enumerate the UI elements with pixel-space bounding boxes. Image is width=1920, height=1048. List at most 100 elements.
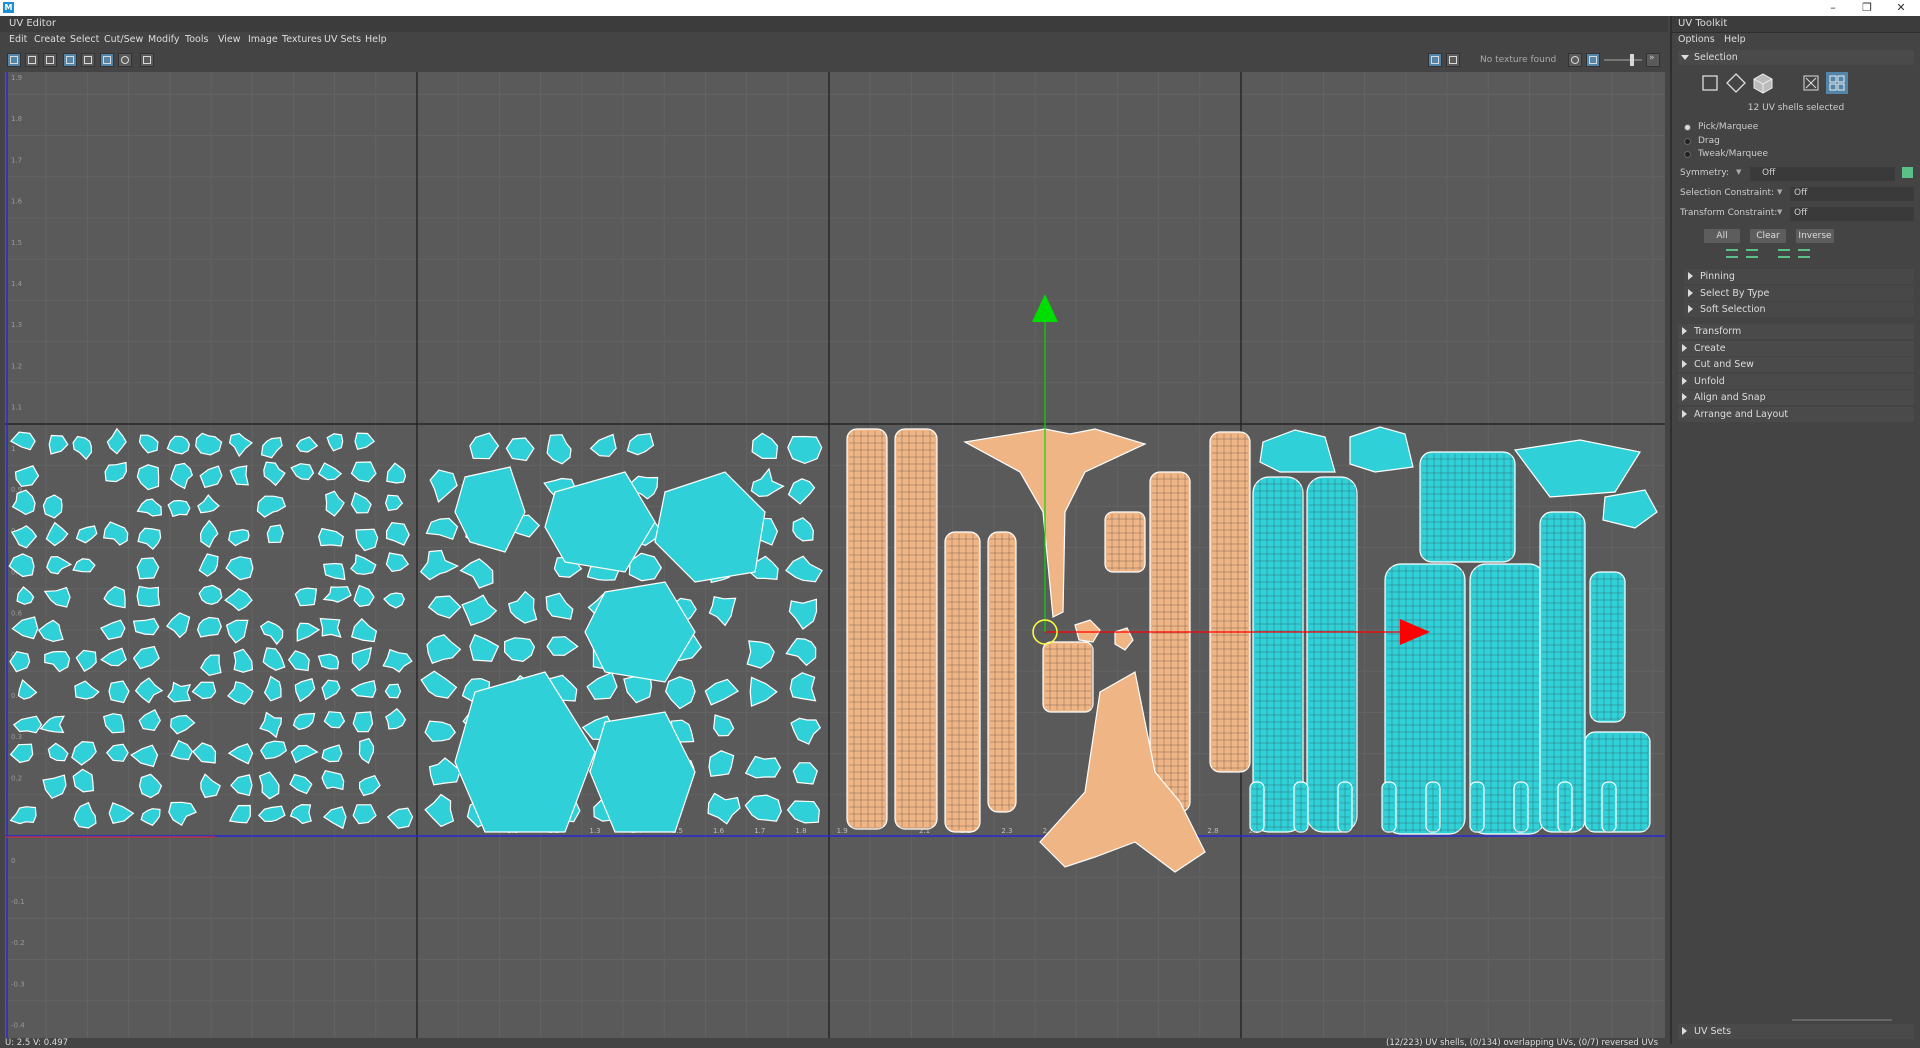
uv-shell	[626, 433, 655, 456]
menu-select[interactable]: Select	[70, 34, 99, 45]
restore-icon[interactable]: ❐	[1853, 0, 1881, 16]
menu-view[interactable]: View	[218, 34, 241, 45]
gamma-icon[interactable]	[1586, 53, 1600, 67]
shrink-selection-icon[interactable]	[1746, 249, 1758, 258]
zoom-slider-handle[interactable]	[1630, 54, 1634, 66]
menu-edit[interactable]: Edit	[9, 34, 27, 45]
checker-icon[interactable]	[118, 53, 132, 67]
uv-shell	[1259, 429, 1336, 473]
toolkit-menu-options[interactable]: Options	[1678, 34, 1715, 45]
uv-sets-section-header[interactable]: UV Sets	[1678, 1024, 1914, 1039]
snapshot-icon[interactable]	[140, 53, 154, 67]
minimize-icon[interactable]: –	[1819, 0, 1847, 16]
cut-and-sew-section-header[interactable]: Cut and Sew	[1678, 357, 1914, 372]
uv-shaded-icon[interactable]	[81, 53, 95, 67]
toolkit-menu-help[interactable]: Help	[1724, 34, 1746, 45]
uv-shell	[170, 714, 196, 735]
menu-cut-sew[interactable]: Cut/Sew	[104, 34, 143, 45]
edge-mode-icon[interactable]	[1725, 72, 1747, 94]
inverse-selection-button[interactable]: Inverse	[1796, 229, 1834, 243]
uv-shell	[108, 802, 135, 824]
uv-shell	[259, 620, 284, 646]
u-tick-label: 2.8	[1207, 827, 1218, 835]
uv-mode-icon[interactable]	[1800, 72, 1822, 94]
align-and-snap-section-header[interactable]: Align and Snap	[1678, 390, 1914, 405]
uv-shell	[507, 590, 538, 624]
uv-shell	[75, 525, 98, 544]
symmetry-label: Symmetry:	[1680, 168, 1730, 178]
selection-section-header[interactable]: Selection	[1678, 50, 1914, 65]
transform-section-header[interactable]: Transform	[1678, 324, 1914, 339]
collapsed-triangle-icon	[1688, 272, 1693, 280]
image-display-icon[interactable]	[1428, 53, 1442, 67]
select-all-button[interactable]: All	[1704, 229, 1740, 243]
uv-shell	[192, 742, 217, 764]
soft-selection-section-header[interactable]: Soft Selection	[1684, 302, 1914, 317]
chevron-down-icon[interactable]: ▼	[1777, 188, 1782, 196]
clear-selection-button[interactable]: Clear	[1750, 229, 1786, 243]
uv-shell	[138, 773, 163, 799]
uv-shell	[383, 592, 405, 609]
chevron-down-icon[interactable]: ▼	[1777, 208, 1782, 216]
uv-move-icon[interactable]	[25, 53, 39, 67]
uv-shell-mode-icon[interactable]	[1826, 72, 1848, 94]
uv-grid-canvas[interactable]: 1.91.81.71.61.51.41.31.21.110.90.80.70.6…	[5, 72, 1665, 1038]
uv-wireframe-icon[interactable]	[63, 53, 77, 67]
uv-shell	[257, 805, 286, 823]
collapsed-triangle-icon	[1688, 289, 1693, 297]
select-by-type-section-header[interactable]: Select By Type	[1684, 286, 1914, 301]
menu-help[interactable]: Help	[365, 34, 387, 45]
select-shell-border-icon[interactable]	[1798, 249, 1810, 258]
v-tick-label: 1	[11, 445, 15, 453]
menu-uv-sets[interactable]: UV Sets	[324, 34, 361, 45]
section-label: Cut and Sew	[1694, 359, 1754, 370]
menu-image[interactable]: Image	[248, 34, 278, 45]
v-tick-label: 0.2	[11, 774, 22, 782]
grow-selection-icon[interactable]	[1726, 249, 1738, 258]
uv-shell	[426, 634, 462, 664]
symmetry-pick-icon[interactable]	[1902, 167, 1913, 178]
toolkit-scrollbar[interactable]	[1792, 1019, 1892, 1021]
uv-rotate-icon[interactable]	[43, 53, 57, 67]
uv-shell	[1384, 563, 1466, 835]
chevron-down-icon[interactable]: ▼	[1736, 168, 1741, 176]
uv-shell	[47, 742, 69, 762]
uv-editor-menubar: Edit Create Select Cut/Sew Modify Tools …	[0, 32, 1668, 47]
uv-shell	[785, 637, 817, 667]
transform-constraint-dropdown[interactable]	[1790, 207, 1914, 221]
create-section-header[interactable]: Create	[1678, 341, 1914, 356]
exposure-icon[interactable]	[1568, 53, 1582, 67]
menu-modify[interactable]: Modify	[148, 34, 179, 45]
unfold-section-header[interactable]: Unfold	[1678, 374, 1914, 389]
menu-tools[interactable]: Tools	[185, 34, 208, 45]
arrange-and-layout-section-header[interactable]: Arrange and Layout	[1678, 407, 1914, 422]
uv-shell	[266, 524, 284, 544]
grid-toggle-icon[interactable]	[100, 53, 114, 67]
menu-create[interactable]: Create	[34, 34, 66, 45]
uv-shell	[386, 522, 410, 546]
zoom-slider[interactable]	[1604, 59, 1642, 61]
close-icon[interactable]: ✕	[1887, 0, 1915, 16]
uv-select-icon[interactable]	[7, 53, 21, 67]
uv-viewport[interactable]: 1.91.81.71.61.51.41.31.21.110.90.80.70.6…	[5, 72, 1665, 1038]
vertex-mode-icon[interactable]	[1699, 72, 1721, 94]
uv-shell	[350, 492, 372, 514]
maya-app-icon: M	[3, 2, 14, 13]
face-mode-icon[interactable]	[1752, 72, 1774, 94]
uv-shell	[419, 549, 460, 581]
selection-constraint-dropdown[interactable]	[1790, 187, 1914, 201]
uv-shell	[384, 494, 404, 512]
v-tick-label: 0.3	[11, 733, 22, 741]
menu-textures[interactable]: Textures	[282, 34, 322, 45]
more-options-icon[interactable]: »	[1646, 53, 1660, 67]
pinning-section-header[interactable]: Pinning	[1684, 269, 1914, 284]
selection-constraint-row: Selection Constraint: ▼ Off	[1680, 187, 1914, 201]
v-tick-label: 1.3	[11, 321, 22, 329]
uv-shell	[1513, 439, 1641, 498]
select-border-icon[interactable]	[1778, 249, 1790, 258]
symmetry-row: Symmetry: ▼ Off	[1680, 167, 1914, 181]
uv-shell	[138, 434, 159, 454]
uv-shell	[469, 432, 500, 460]
uv-toolkit-title: UV Toolkit	[1678, 18, 1728, 29]
checker-map-icon[interactable]	[1446, 53, 1460, 67]
